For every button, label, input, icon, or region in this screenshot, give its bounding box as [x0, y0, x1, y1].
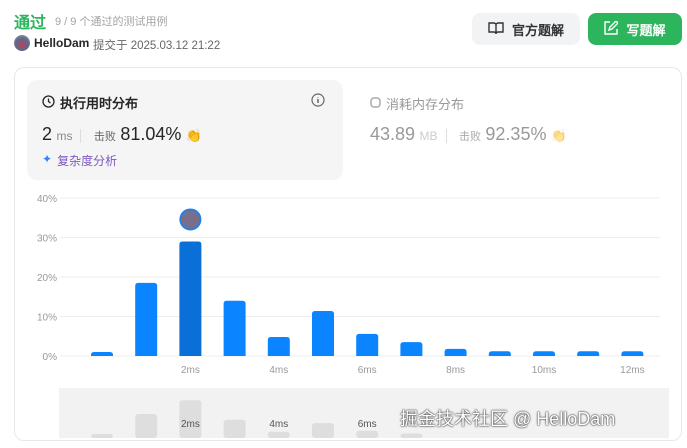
- status-accepted: 通过: [14, 15, 47, 32]
- mini-bar: [356, 430, 379, 438]
- memory-beat: 92.35%: [485, 124, 547, 144]
- y-tick-label: 30%: [37, 234, 57, 245]
- bar[interactable]: [312, 310, 334, 356]
- mini-bar: [135, 413, 158, 438]
- official-solution-label: 官方题解: [511, 22, 564, 38]
- x-tick-label: 6ms: [358, 365, 377, 376]
- edit-icon: [604, 19, 620, 38]
- memory-stats: 43.89 MB 击败 92.35% 👏: [370, 124, 567, 145]
- y-tick-label: 0%: [43, 352, 58, 363]
- test-cases-passed: 9 / 9 个通过的测试用例: [55, 16, 168, 28]
- runtime-stats: 2 ms 击败 81.04% 👏: [42, 124, 202, 145]
- mini-x-tick-label: 6ms: [358, 419, 377, 430]
- runtime-unit: ms: [56, 129, 73, 143]
- complexity-analysis-link[interactable]: ✦ 复杂度分析: [42, 152, 117, 169]
- memory-value: 43.89: [370, 124, 416, 144]
- user-avatar-marker: [179, 208, 202, 231]
- sparkle-icon: ✦: [42, 152, 53, 166]
- y-tick-label: 20%: [37, 273, 57, 284]
- submitted-time: 提交于 2025.03.12 21:22: [93, 40, 221, 52]
- memory-title-text: 消耗内存分布: [386, 97, 465, 112]
- bar[interactable]: [179, 241, 202, 356]
- y-tick-label: 40%: [37, 194, 57, 205]
- bar[interactable]: [223, 300, 246, 356]
- complexity-analysis-label: 复杂度分析: [57, 154, 118, 168]
- watermark: 掘金技术社区 @ HelloDam: [400, 409, 616, 429]
- memory-beat-label: 击败: [458, 131, 481, 143]
- mini-x-tick-label: 2ms: [181, 419, 200, 430]
- mini-bar: [223, 419, 246, 438]
- mini-bar: [91, 434, 113, 438]
- mini-bar: [400, 433, 423, 438]
- bar[interactable]: [400, 342, 423, 356]
- bar[interactable]: [621, 351, 644, 356]
- bar[interactable]: [488, 351, 511, 356]
- x-tick-label: 10ms: [532, 365, 556, 376]
- mini-x-tick-label: 4ms: [269, 419, 288, 430]
- mini-bar: [312, 423, 334, 438]
- runtime-title: 执行用时分布: [42, 93, 138, 112]
- beat-label: 击败: [93, 131, 116, 143]
- y-tick-label: 10%: [37, 313, 57, 324]
- bar[interactable]: [267, 337, 290, 356]
- clap-icon: 👏: [185, 128, 203, 143]
- bar[interactable]: [577, 351, 600, 356]
- bar[interactable]: [533, 351, 555, 356]
- username[interactable]: HelloDam: [34, 36, 89, 50]
- avatar[interactable]: [14, 35, 30, 51]
- write-solution-button[interactable]: 写题解: [588, 13, 682, 45]
- book-icon: [488, 21, 504, 38]
- clock-icon: [42, 94, 55, 111]
- x-tick-label: 2ms: [181, 365, 200, 376]
- official-solution-button[interactable]: 官方题解: [472, 13, 580, 45]
- memory-title[interactable]: 消耗内存分布: [370, 94, 464, 113]
- runtime-distribution-chart: 0% 10% 20% 30% 40% 2ms 4ms 6ms 8ms 10ms 12ms: [37, 194, 660, 376]
- x-tick-label: 8ms: [446, 365, 465, 376]
- x-tick-label: 4ms: [269, 365, 288, 376]
- runtime-value: 2: [42, 124, 53, 144]
- clap-icon: 👏: [550, 128, 568, 143]
- runtime-title-text: 执行用时分布: [60, 96, 139, 111]
- bar[interactable]: [444, 348, 467, 356]
- memory-chip-icon: [370, 96, 381, 111]
- mini-bar: [267, 431, 290, 438]
- runtime-beat: 81.04%: [120, 124, 182, 144]
- bar[interactable]: [91, 352, 113, 356]
- bar[interactable]: [356, 333, 379, 356]
- x-tick-label: 12ms: [620, 365, 644, 376]
- write-solution-label: 写题解: [626, 22, 666, 38]
- memory-unit: MB: [419, 129, 438, 143]
- info-icon[interactable]: [311, 93, 325, 112]
- bar[interactable]: [135, 282, 158, 356]
